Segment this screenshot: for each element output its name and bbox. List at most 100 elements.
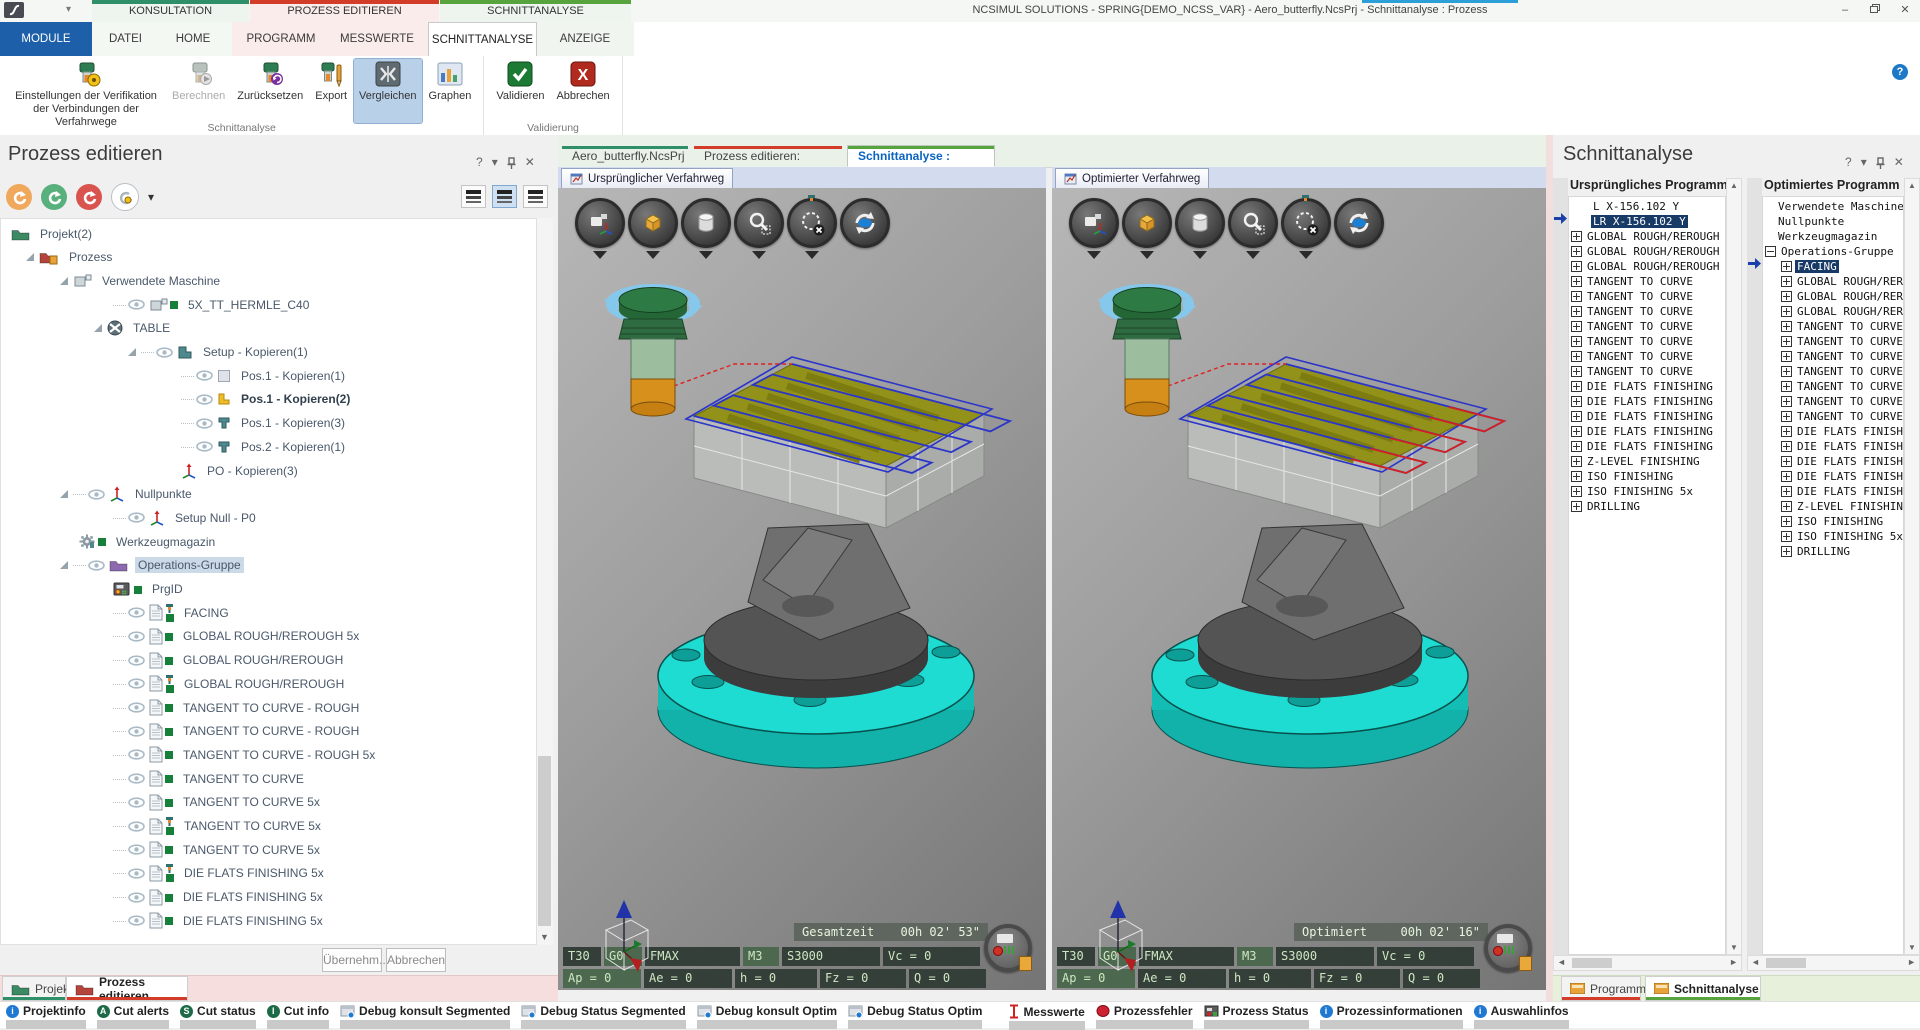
ribbon-button-abbrechen[interactable]: XAbbrechen [551, 59, 614, 123]
ribbon-tab-anzeige[interactable]: ANZEIGE [545, 22, 625, 56]
expand-plus-icon[interactable] [1781, 261, 1792, 272]
expand-plus-icon[interactable] [1781, 306, 1792, 317]
dropdown-caret-icon[interactable] [752, 251, 766, 259]
status-item-projektinfo[interactable]: iProjektinfo [6, 1004, 86, 1029]
tree-item[interactable]: PrgID [1, 578, 553, 601]
close-icon[interactable]: ✕ [1894, 155, 1904, 169]
scroll-right-icon[interactable]: ► [1729, 957, 1738, 967]
tree-item[interactable]: TANGENT TO CURVE [1, 767, 553, 790]
collapse-icon[interactable]: ▾ [1861, 155, 1867, 169]
program-line[interactable]: TANGENT TO CURVE [1763, 364, 1903, 379]
tree-item[interactable]: TANGENT TO CURVE - ROUGH [1, 720, 553, 743]
tree-item[interactable]: Prozess [1, 246, 553, 269]
expand-plus-icon[interactable] [1781, 531, 1792, 542]
expand-plus-icon[interactable] [1781, 351, 1792, 362]
ribbon-button-einstellungen[interactable]: Einstellungen der Verifikation der Verbi… [7, 59, 165, 123]
ribbon-tab-datei[interactable]: DATEI [96, 22, 155, 56]
cancel-button[interactable]: Abbrechen [386, 948, 446, 972]
machine-3d-scene[interactable] [1052, 188, 1546, 990]
undo-all-button[interactable] [76, 184, 102, 210]
panel-tab-schnittanalyse[interactable]: Schnittanalyse [1645, 976, 1761, 1001]
collapse-icon[interactable]: ▾ [492, 155, 498, 169]
program-line[interactable]: TANGENT TO CURVE [1763, 349, 1903, 364]
dropdown-caret-icon[interactable] [805, 251, 819, 259]
status-item-cut-info[interactable]: ICut info [267, 1004, 329, 1029]
panel-tab-prozess-editieren[interactable]: Prozess editieren [66, 976, 188, 1001]
viewport-canvas[interactable]: Gesamtzeit00h 02' 53"T30G0FMAXM3S3000Vc … [558, 188, 1046, 990]
context-tab-prozess-editieren[interactable]: PROZESS EDITIEREN [250, 0, 439, 22]
program-line[interactable]: TANGENT TO CURVE [1763, 319, 1903, 334]
tree-item[interactable]: Operations-Gruppe [1, 554, 553, 577]
tree-item[interactable]: PO - Kopieren(3) [1, 459, 553, 482]
status-item-prozessfehler[interactable]: Prozessfehler [1096, 1004, 1193, 1029]
tree-item[interactable]: TABLE [1, 317, 553, 340]
apply-button[interactable]: Übernehm... [322, 948, 382, 972]
help-button[interactable]: ? [1892, 64, 1908, 80]
tree-item[interactable]: TANGENT TO CURVE - ROUGH 5x [1, 743, 553, 766]
context-tab-konsultation[interactable]: KONSULTATION [92, 0, 249, 22]
view-machine-button[interactable] [1069, 198, 1119, 248]
status-item-debug-konsult-optim[interactable]: Debug konsult Optim [697, 1004, 837, 1029]
ribbon-tab-programm[interactable]: PROGRAMM [236, 22, 326, 56]
tree-item[interactable]: Pos.1 - Kopieren(3) [1, 412, 553, 435]
machine-panel-button[interactable] [984, 924, 1032, 972]
ribbon-button-zurücksetzen[interactable]: Zurücksetzen [232, 59, 308, 123]
quick-access-caret-icon[interactable]: ▾ [66, 4, 71, 15]
scroll-thumb[interactable] [1766, 958, 1806, 968]
tree-item[interactable]: Pos.1 - Kopieren(1) [1, 364, 553, 387]
tree-item[interactable]: GLOBAL ROUGH/REROUGH 5x [1, 625, 553, 648]
dropdown-caret-icon[interactable] [1193, 251, 1207, 259]
list-vertical-scrollbar[interactable]: ▲▼ [1904, 178, 1920, 955]
tree-scrollbar-thumb[interactable] [538, 756, 551, 926]
program-line[interactable]: GLOBAL ROUGH/REROUGH [1763, 289, 1903, 304]
ribbon-tab-messwerte[interactable]: MESSWERTE [330, 22, 424, 56]
expand-plus-icon[interactable] [1781, 441, 1792, 452]
tree-item[interactable]: Verwendete Maschine [1, 269, 553, 292]
expand-plus-icon[interactable] [1781, 456, 1792, 467]
zoom-button[interactable] [734, 198, 784, 248]
status-item-auswahlinfos[interactable]: iAuswahlinfos [1474, 1004, 1569, 1029]
tree-view-mode-2[interactable] [523, 185, 548, 208]
panel-tab-projekt[interactable]: Projekt [2, 976, 66, 1001]
viewport-tool-stock-cube[interactable] [629, 198, 676, 259]
status-item-prozessinformationen[interactable]: iProzessinformationen [1320, 1004, 1463, 1029]
ribbon-button-berechnen[interactable]: Berechnen [167, 59, 230, 123]
program-line[interactable]: FACING [1763, 259, 1903, 274]
stock-cube-button[interactable] [628, 198, 678, 248]
tree-item[interactable]: TANGENT TO CURVE 5x [1, 815, 553, 838]
ribbon-button-export[interactable]: Export [310, 59, 352, 123]
viewport-tool-refresh[interactable] [841, 198, 888, 259]
tree-item[interactable]: Projekt(2) [1, 222, 553, 245]
dropdown-caret-icon[interactable]: ▾ [148, 190, 154, 204]
expand-plus-icon[interactable] [1781, 486, 1792, 497]
stock-cube-button[interactable] [1122, 198, 1172, 248]
dropdown-caret-icon[interactable] [1299, 251, 1313, 259]
ribbon-tab-schnittanalyse[interactable]: SCHNITTANALYSE [428, 22, 537, 56]
tree-item[interactable]: Werkzeugmagazin [1, 530, 553, 553]
viewport-tab[interactable]: Ursprünglicher Verfahrweg [561, 168, 733, 188]
program-line[interactable]: Werkzeugmagazin [1763, 229, 1903, 244]
viewport-tool-cylinder[interactable] [1176, 198, 1223, 259]
expand-plus-icon[interactable] [1781, 321, 1792, 332]
tree-item[interactable]: FACING [1, 601, 553, 624]
program-line[interactable]: Verwendete Maschine [1763, 199, 1903, 214]
program-line[interactable]: DIE FLATS FINISHING [1763, 469, 1903, 484]
doc-tab-2[interactable]: Prozess editieren: Prozess [693, 145, 843, 167]
expand-plus-icon[interactable] [1781, 546, 1792, 557]
dropdown-caret-icon[interactable] [593, 251, 607, 259]
dropdown-caret-icon[interactable] [1246, 251, 1260, 259]
viewport-tool-stock-cube[interactable] [1123, 198, 1170, 259]
cylinder-button[interactable] [681, 198, 731, 248]
close-button[interactable]: ✕ [1892, 2, 1918, 19]
program-line[interactable]: Z-LEVEL FINISHING [1763, 499, 1903, 514]
status-item-messwerte[interactable]: Messwerte [1009, 1004, 1084, 1030]
program-line[interactable]: DIE FLATS FINISHING [1763, 439, 1903, 454]
program-line[interactable]: DIE FLATS FINISHING [1763, 484, 1903, 499]
program-line[interactable]: DRILLING [1763, 544, 1903, 559]
program-line[interactable]: TANGENT TO CURVE [1763, 409, 1903, 424]
expand-plus-icon[interactable] [1781, 426, 1792, 437]
viewport-canvas[interactable]: Optimiert00h 02' 16"T30G0FMAXM3S3000Vc =… [1052, 188, 1546, 990]
help-icon[interactable]: ? [1845, 155, 1852, 169]
viewport-tool-view-machine[interactable] [1070, 198, 1117, 259]
restore-button[interactable] [1862, 2, 1888, 19]
